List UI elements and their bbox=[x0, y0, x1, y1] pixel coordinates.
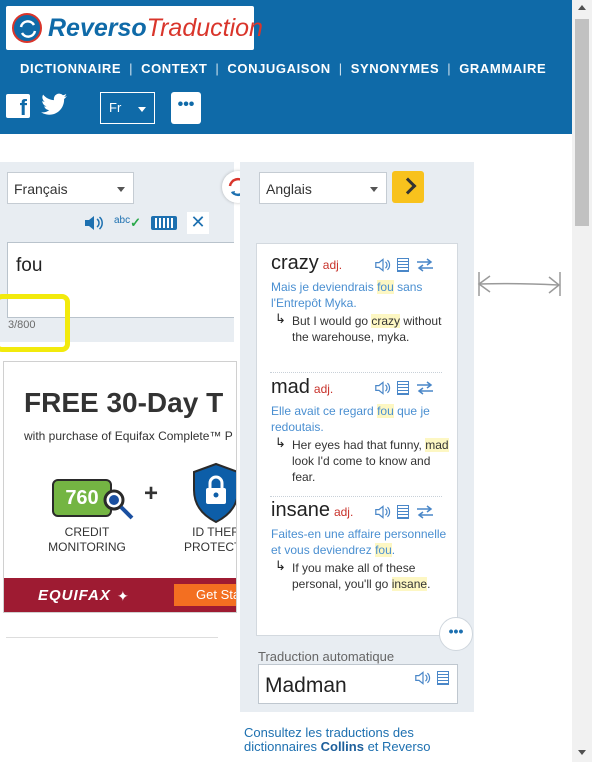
result-word: insane bbox=[271, 499, 330, 521]
chevron-down-icon bbox=[117, 187, 125, 192]
site-header: ReversoTraduction DICTIONNAIRE | CONTEXT… bbox=[0, 0, 572, 134]
result-actions bbox=[375, 381, 441, 395]
source-tools: abc✓ ✕ bbox=[84, 212, 219, 234]
french-example: Faites-en une affaire personnelle et vou… bbox=[271, 527, 447, 557]
result-actions bbox=[375, 258, 441, 272]
dictionaries-link[interactable]: Consultez les traductions des dictionnai… bbox=[244, 726, 474, 754]
more-menu-button[interactable]: ••• bbox=[171, 92, 201, 124]
chevron-down-icon bbox=[370, 187, 378, 192]
page-scrollbar[interactable] bbox=[572, 0, 592, 762]
more-results-button[interactable]: ••• bbox=[439, 617, 473, 651]
nav-grammaire[interactable]: GRAMMAIRE bbox=[459, 61, 546, 76]
ad-cta-button[interactable]: Get Sta bbox=[174, 584, 236, 606]
french-example: Mais je deviendrais fou sans l'Entrepôt … bbox=[271, 280, 423, 310]
return-arrow-icon: ↳ bbox=[275, 558, 286, 573]
logo-text: ReversoTraduction bbox=[48, 14, 263, 42]
maple-leaf-icon: ✦ bbox=[117, 588, 129, 604]
part-of-speech: adj. bbox=[333, 505, 354, 519]
result-divider bbox=[270, 496, 442, 497]
advertisement[interactable]: FREE 30-Day T with purchase of Equifax C… bbox=[3, 361, 237, 613]
result-word: mad bbox=[271, 376, 310, 398]
english-example: ↳ Her eyes had that funny, mad look I'd c… bbox=[275, 435, 449, 484]
clear-text-icon[interactable]: ✕ bbox=[187, 212, 210, 234]
result-divider bbox=[270, 372, 442, 373]
auto-translation-label: Traduction automatique bbox=[258, 649, 395, 664]
nav-separator: | bbox=[129, 61, 134, 76]
nav-dictionnaire[interactable]: DICTIONNAIRE bbox=[20, 61, 121, 76]
scroll-thumb[interactable] bbox=[575, 19, 589, 226]
speaker-icon[interactable] bbox=[375, 258, 391, 272]
chevron-down-icon bbox=[138, 107, 146, 112]
plus-sign: + bbox=[144, 480, 159, 507]
id-theft-label: ID THEFTPROTECTIO bbox=[183, 525, 236, 554]
english-example: ↳ If you make all of these personal, you'… bbox=[275, 558, 431, 591]
keyboard-icon[interactable] bbox=[151, 216, 178, 230]
ad-subtitle: with purchase of Equifax Complete™ P bbox=[24, 429, 233, 443]
source-language-select[interactable]: Français bbox=[7, 172, 134, 204]
auto-translation-text: Madman bbox=[265, 674, 347, 697]
result-actions bbox=[375, 505, 441, 519]
logo[interactable]: ReversoTraduction bbox=[6, 6, 263, 50]
scroll-down-arrow-icon[interactable] bbox=[578, 750, 586, 755]
ad-footer-bar: EQUIFAX ✦ Get Sta bbox=[4, 578, 236, 612]
reverso-page: ReversoTraduction DICTIONNAIRE | CONTEXT… bbox=[0, 0, 592, 762]
document-icon[interactable] bbox=[397, 258, 409, 272]
nav-separator: | bbox=[447, 61, 452, 76]
shield-lock-icon bbox=[193, 462, 236, 524]
result-word: crazy bbox=[271, 252, 319, 274]
french-example: Elle avait ce regard fou que je redoutai… bbox=[271, 404, 430, 434]
speaker-icon[interactable] bbox=[375, 505, 391, 519]
part-of-speech: adj. bbox=[322, 258, 343, 272]
interface-language-select[interactable]: Fr bbox=[100, 92, 155, 124]
document-icon[interactable] bbox=[397, 505, 409, 519]
document-icon[interactable] bbox=[437, 671, 449, 685]
translate-button[interactable] bbox=[392, 171, 424, 203]
source-language-label: Français bbox=[14, 181, 68, 197]
reverso-logo-icon bbox=[12, 13, 42, 43]
nav-conjugaison[interactable]: CONJUGAISON bbox=[227, 61, 330, 76]
nav-separator: | bbox=[215, 61, 220, 76]
return-arrow-icon: ↳ bbox=[275, 311, 286, 326]
divider bbox=[6, 637, 218, 638]
nav-separator: | bbox=[338, 61, 343, 76]
reverse-translation-icon[interactable] bbox=[415, 505, 435, 519]
yellow-annotation-mark bbox=[0, 294, 70, 352]
nav-synonymes[interactable]: SYNONYMES bbox=[351, 61, 439, 76]
speaker-icon[interactable] bbox=[415, 671, 431, 685]
speaker-icon[interactable] bbox=[84, 215, 104, 231]
auto-translation-box: Madman bbox=[258, 664, 458, 704]
spellcheck-icon[interactable]: abc✓ bbox=[114, 211, 141, 230]
twitter-icon[interactable] bbox=[40, 93, 68, 117]
reverse-translation-icon[interactable] bbox=[415, 258, 435, 272]
auto-translation-actions bbox=[415, 671, 455, 685]
part-of-speech: adj. bbox=[313, 382, 334, 396]
source-text-value: fou bbox=[16, 255, 43, 276]
scroll-up-arrow-icon[interactable] bbox=[578, 5, 586, 10]
speaker-icon[interactable] bbox=[375, 381, 391, 395]
double-arrow-annotation-icon bbox=[477, 272, 561, 296]
facebook-icon[interactable]: f bbox=[6, 94, 30, 120]
equifax-logo: EQUIFAX bbox=[38, 587, 111, 604]
ad-title: FREE 30-Day T bbox=[24, 387, 224, 418]
nav-context[interactable]: CONTEXT bbox=[141, 61, 207, 76]
language-code: Fr bbox=[109, 100, 122, 115]
reverse-translation-icon[interactable] bbox=[415, 381, 435, 395]
main-nav: DICTIONNAIRE | CONTEXT | CONJUGAISON | S… bbox=[20, 61, 546, 76]
document-icon[interactable] bbox=[397, 381, 409, 395]
target-language-label: Anglais bbox=[266, 181, 312, 197]
magnifier-icon bbox=[103, 489, 134, 520]
target-language-select[interactable]: Anglais bbox=[259, 172, 387, 204]
english-example: ↳ But I would go crazy without the wareho… bbox=[275, 311, 442, 344]
credit-monitoring-label: CREDIT MONITORING bbox=[48, 525, 126, 554]
return-arrow-icon: ↳ bbox=[275, 435, 286, 450]
